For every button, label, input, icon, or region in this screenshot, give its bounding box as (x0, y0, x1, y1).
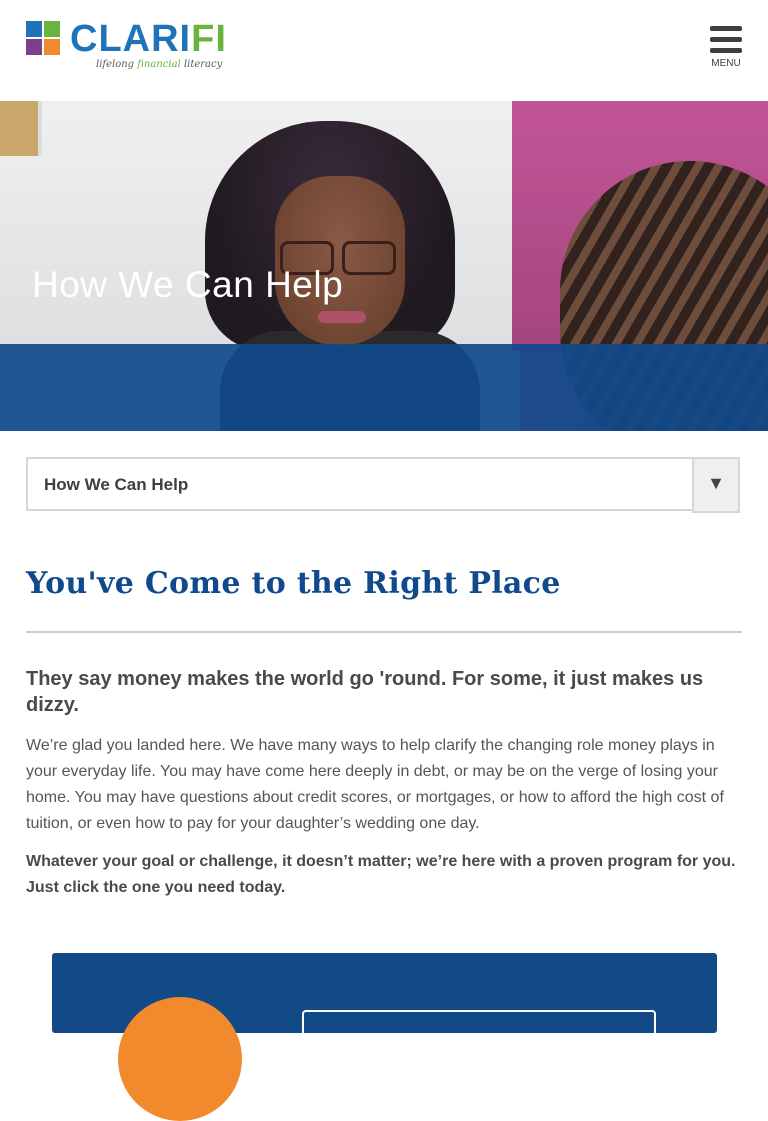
body-paragraph: We’re glad you landed here. We have many… (26, 737, 724, 832)
site-header: CLARIFI lifelong financial literacy MENU (0, 0, 768, 101)
lead-paragraph: They say money makes the world go 'round… (26, 668, 704, 716)
dropdown-toggle[interactable]: ▼ (692, 457, 740, 513)
clarifi-logo[interactable]: CLARIFI lifelong financial literacy (26, 18, 236, 73)
menu-label: MENU (711, 58, 741, 69)
select-value: How We Can Help (44, 475, 189, 494)
triangle-down-icon: ▼ (707, 473, 725, 493)
hero-title-band (0, 344, 768, 431)
bulletin-board-image (0, 101, 42, 156)
logo-tagline: lifelong financial literacy (96, 59, 223, 70)
cta-paragraph: Whatever your goal or challenge, it does… (26, 853, 736, 896)
section-nav-select[interactable]: How We Can Help ▼ (26, 457, 740, 513)
program-button[interactable] (302, 1010, 656, 1070)
section-heading: You've Come to the Right Place (26, 566, 561, 601)
menu-button[interactable]: MENU (706, 22, 746, 74)
program-card (52, 953, 717, 1121)
program-icon-circle (118, 997, 242, 1121)
divider (26, 631, 742, 633)
logo-mark-icon (26, 21, 62, 57)
page-title: How We Can Help (32, 264, 344, 305)
logo-wordmark: CLARIFI (70, 18, 227, 60)
